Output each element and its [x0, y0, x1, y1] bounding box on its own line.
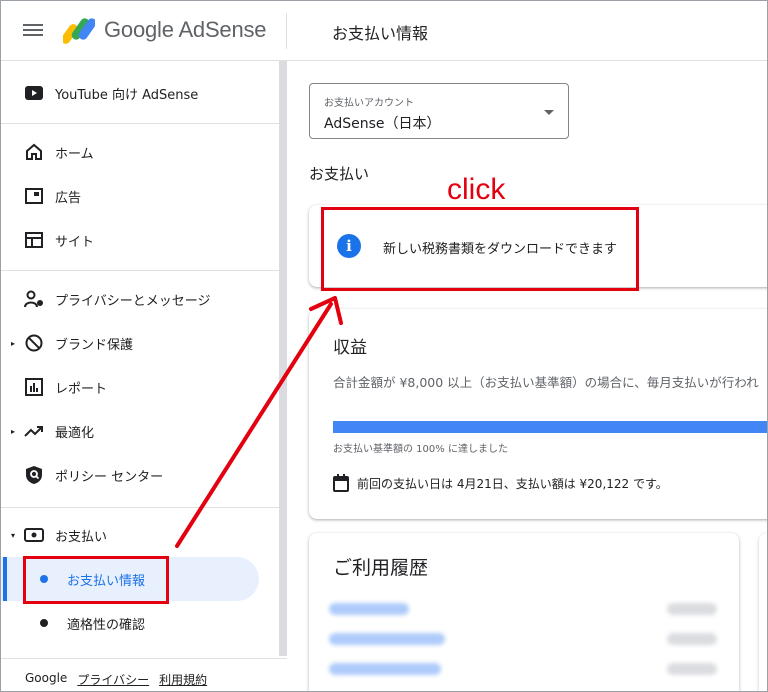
sidebar-item-home[interactable]: ホーム — [1, 132, 279, 172]
sidebar-footer-divider — [1, 658, 287, 659]
sidebar-divider — [1, 507, 279, 508]
sidebar-divider — [1, 270, 279, 271]
blurred-link[interactable] — [329, 663, 441, 675]
sidebar-footer: Google プライバシー 利用規約 — [25, 671, 207, 688]
activity-history-card: ご利用履歴 — [309, 533, 739, 691]
sidebar-item-brand-safety[interactable]: ▸ ブランド保護 — [1, 323, 279, 363]
sidebar-item-optimization[interactable]: ▸ 最適化 — [1, 411, 279, 451]
payments-icon — [23, 524, 45, 546]
blurred-link[interactable] — [329, 633, 445, 645]
sidebar-item-privacy[interactable]: プライバシーとメッセージ — [1, 279, 279, 319]
window-frame: Google AdSense お支払い情報 YouTube 向け AdSense… — [0, 0, 768, 692]
sidebar-item-sites[interactable]: サイト — [1, 220, 279, 260]
sidebar-item-reports[interactable]: レポート — [1, 367, 279, 407]
sidebar-subitem-eligibility[interactable]: 適格性の確認 — [1, 601, 259, 645]
threshold-progress-fill — [333, 421, 767, 433]
topbar-divider — [286, 13, 287, 49]
payment-account-select[interactable]: お支払いアカウント AdSense（日本） — [309, 83, 569, 139]
collapse-caret-icon[interactable]: ▾ — [11, 531, 15, 540]
brand-name: Google AdSense — [104, 17, 267, 42]
earnings-title: 収益 — [333, 338, 367, 358]
blurred-value — [667, 633, 717, 645]
privacy-icon — [23, 288, 45, 310]
expand-caret-icon[interactable]: ▸ — [11, 339, 15, 348]
page-title: お支払い情報 — [332, 24, 429, 43]
last-payment-info: 前回の支払い日は 4月21日、支払い額は ¥20,122 です。 — [333, 474, 668, 492]
blurred-link[interactable] — [329, 603, 409, 615]
sidebar-item-label: 広告 — [55, 190, 82, 206]
sidebar-item-label: ブランド保護 — [55, 337, 134, 353]
last-payment-text: 前回の支払い日は 4月21日、支払い額は ¥20,122 です。 — [357, 476, 668, 491]
menu-icon[interactable] — [23, 21, 43, 41]
sidebar-item-youtube[interactable]: YouTube 向け AdSense — [1, 73, 279, 113]
select-caption: お支払いアカウント — [324, 98, 414, 109]
block-icon — [23, 332, 45, 354]
trending-icon — [23, 420, 45, 442]
footer-google: Google — [25, 671, 68, 685]
top-bar: Google AdSense お支払い情報 — [1, 1, 767, 61]
annotation-box-payment-info — [23, 556, 169, 604]
home-icon — [23, 141, 45, 163]
earnings-card: 収益 合計金額が ¥8,000 以上（お支払い基準額）の場合に、毎月支払いが行わ… — [309, 309, 767, 519]
policy-shield-icon — [23, 464, 45, 486]
blurred-value — [667, 663, 717, 675]
sidebar-item-payments[interactable]: ▾ お支払い — [1, 515, 279, 555]
history-title: ご利用履歴 — [333, 557, 429, 579]
expand-caret-icon[interactable]: ▸ — [11, 427, 15, 436]
youtube-icon — [23, 82, 45, 104]
sidebar-item-label: 最適化 — [55, 425, 95, 441]
bullet-icon — [40, 619, 48, 627]
sidebar-item-label: ポリシー センター — [55, 469, 164, 485]
sidebar-item-policy-center[interactable]: ポリシー センター — [1, 455, 279, 495]
ads-icon — [23, 185, 45, 207]
sidebar-item-label: ホーム — [55, 146, 94, 162]
footer-privacy-link[interactable]: プライバシー — [77, 671, 149, 688]
active-indicator — [3, 557, 7, 601]
calendar-icon — [333, 474, 349, 492]
blurred-value — [667, 603, 717, 615]
footer-terms-link[interactable]: 利用規約 — [159, 671, 207, 688]
payments-section-label: お支払い — [309, 165, 370, 183]
sidebar-item-label: レポート — [55, 381, 108, 397]
adsense-logo-icon — [63, 18, 95, 44]
report-icon — [23, 376, 45, 398]
sidebar-scrollbar[interactable] — [279, 61, 287, 656]
sidebar-item-label: YouTube 向け AdSense — [55, 87, 199, 103]
sidebar-item-ads[interactable]: 広告 — [1, 176, 279, 216]
annotation-click-label: click — [447, 173, 506, 206]
earnings-description: 合計金額が ¥8,000 以上（お支払い基準額）の場合に、毎月支払いが行われ — [333, 375, 759, 390]
sidebar-divider — [1, 123, 279, 124]
sidebar-item-label: サイト — [55, 234, 95, 250]
sidebar-item-label: お支払い — [55, 529, 108, 545]
progress-caption: お支払い基準額の 100% に達しました — [333, 444, 508, 455]
threshold-progress-bar — [333, 421, 767, 433]
sidebar-item-label: プライバシーとメッセージ — [55, 293, 211, 309]
sidebar-subitem-label: 適格性の確認 — [67, 617, 146, 633]
secondary-card — [759, 533, 767, 691]
sites-icon — [23, 229, 45, 251]
dropdown-arrow-icon — [544, 110, 554, 115]
main-content: お支払いアカウント AdSense（日本） お支払い i 新しい税務書類をダウン… — [287, 61, 767, 691]
annotation-box-notice — [321, 207, 639, 291]
select-value: AdSense（日本） — [324, 116, 441, 132]
